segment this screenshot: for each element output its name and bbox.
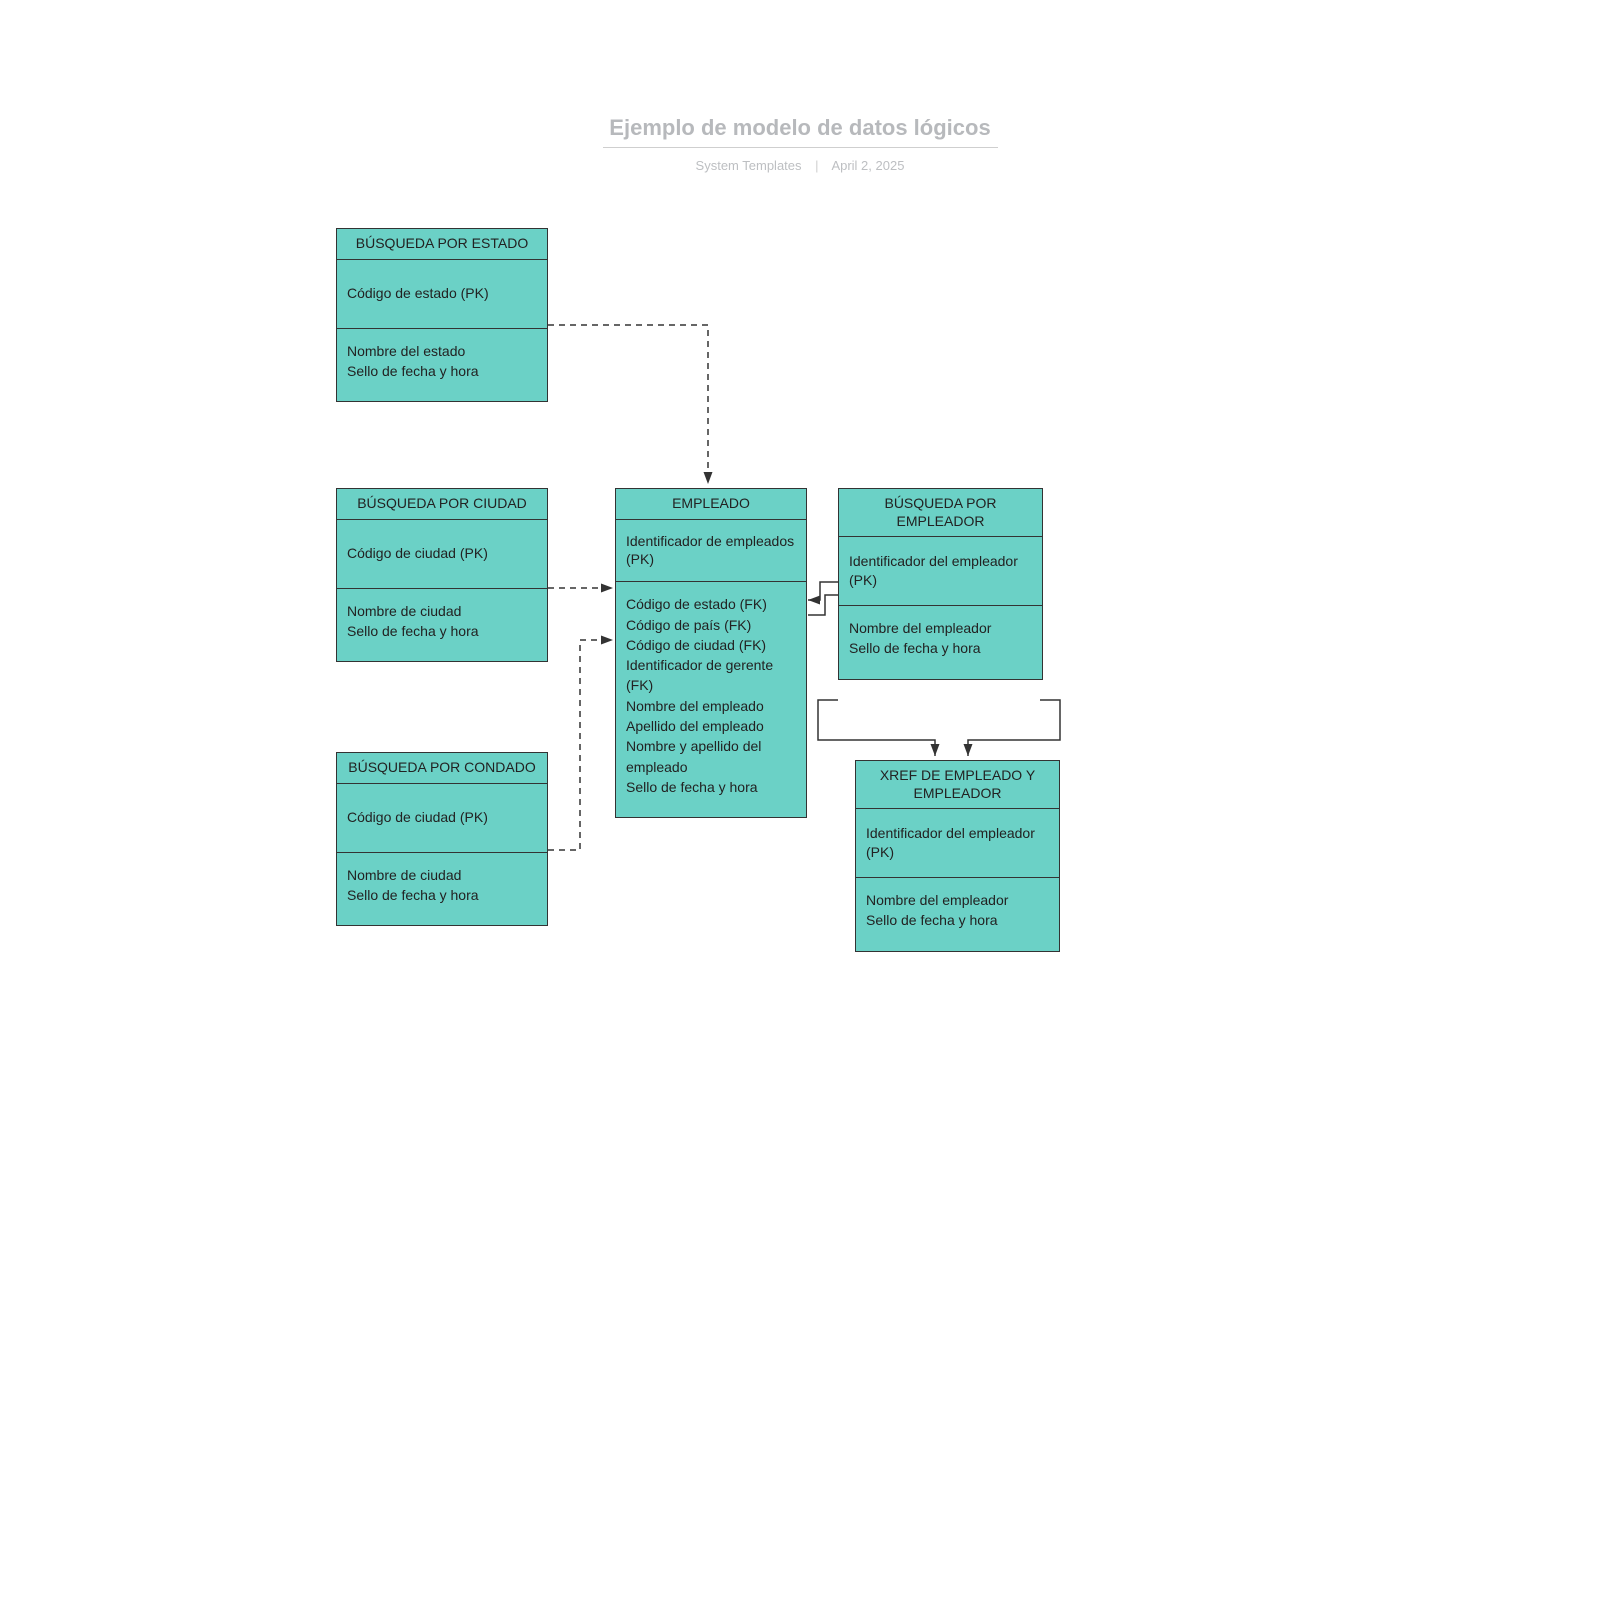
diagram-date: April 2, 2025 xyxy=(831,158,904,173)
connector-empleador-xref-2 xyxy=(968,700,1060,756)
diagram-header: Ejemplo de modelo de datos lógicos Syste… xyxy=(0,115,1600,173)
title-underline xyxy=(603,147,998,148)
entity-title: XREF DE EMPLEADO Y EMPLEADOR xyxy=(856,761,1059,809)
entity-pk: Código de estado (PK) xyxy=(337,260,547,329)
entity-pk: Código de ciudad (PK) xyxy=(337,520,547,589)
entity-attrs: Nombre del empleador Sello de fecha y ho… xyxy=(839,606,1042,679)
entity-attrs: Nombre de ciudad Sello de fecha y hora xyxy=(337,853,547,926)
connector-empleado-empleador xyxy=(808,595,838,615)
connector-estado-empleado xyxy=(548,325,708,484)
entity-xref-empleado-empleador[interactable]: XREF DE EMPLEADO Y EMPLEADOR Identificad… xyxy=(855,760,1060,952)
template-source: System Templates xyxy=(696,158,802,173)
subtitle-separator: | xyxy=(815,158,818,173)
entity-title: EMPLEADO xyxy=(616,489,806,520)
entity-title: BÚSQUEDA POR EMPLEADOR xyxy=(839,489,1042,537)
diagram-title: Ejemplo de modelo de datos lógicos xyxy=(0,115,1600,141)
entity-pk: Identificador del empleador (PK) xyxy=(856,809,1059,878)
entity-pk: Código de ciudad (PK) xyxy=(337,784,547,853)
entity-pk: Identificador de empleados (PK) xyxy=(616,520,806,583)
entity-busqueda-ciudad[interactable]: BÚSQUEDA POR CIUDAD Código de ciudad (PK… xyxy=(336,488,548,662)
entity-busqueda-estado[interactable]: BÚSQUEDA POR ESTADO Código de estado (PK… xyxy=(336,228,548,402)
entity-title: BÚSQUEDA POR ESTADO xyxy=(337,229,547,260)
entity-title: BÚSQUEDA POR CIUDAD xyxy=(337,489,547,520)
entity-empleado[interactable]: EMPLEADO Identificador de empleados (PK)… xyxy=(615,488,807,818)
connector-empleador-xref-1 xyxy=(818,700,935,756)
connector-condado-empleado xyxy=(548,640,613,850)
entity-title: BÚSQUEDA POR CONDADO xyxy=(337,753,547,784)
entity-busqueda-empleador[interactable]: BÚSQUEDA POR EMPLEADOR Identificador del… xyxy=(838,488,1043,680)
diagram-subtitle: System Templates | April 2, 2025 xyxy=(0,158,1600,173)
entity-attrs: Nombre del estado Sello de fecha y hora xyxy=(337,329,547,402)
entity-busqueda-condado[interactable]: BÚSQUEDA POR CONDADO Código de ciudad (P… xyxy=(336,752,548,926)
entity-attrs: Código de estado (FK) Código de país (FK… xyxy=(616,582,806,817)
entity-attrs: Nombre del empleador Sello de fecha y ho… xyxy=(856,878,1059,951)
entity-attrs: Nombre de ciudad Sello de fecha y hora xyxy=(337,589,547,662)
entity-pk: Identificador del empleador (PK) xyxy=(839,537,1042,606)
connector-empleador-empleado xyxy=(808,582,838,600)
